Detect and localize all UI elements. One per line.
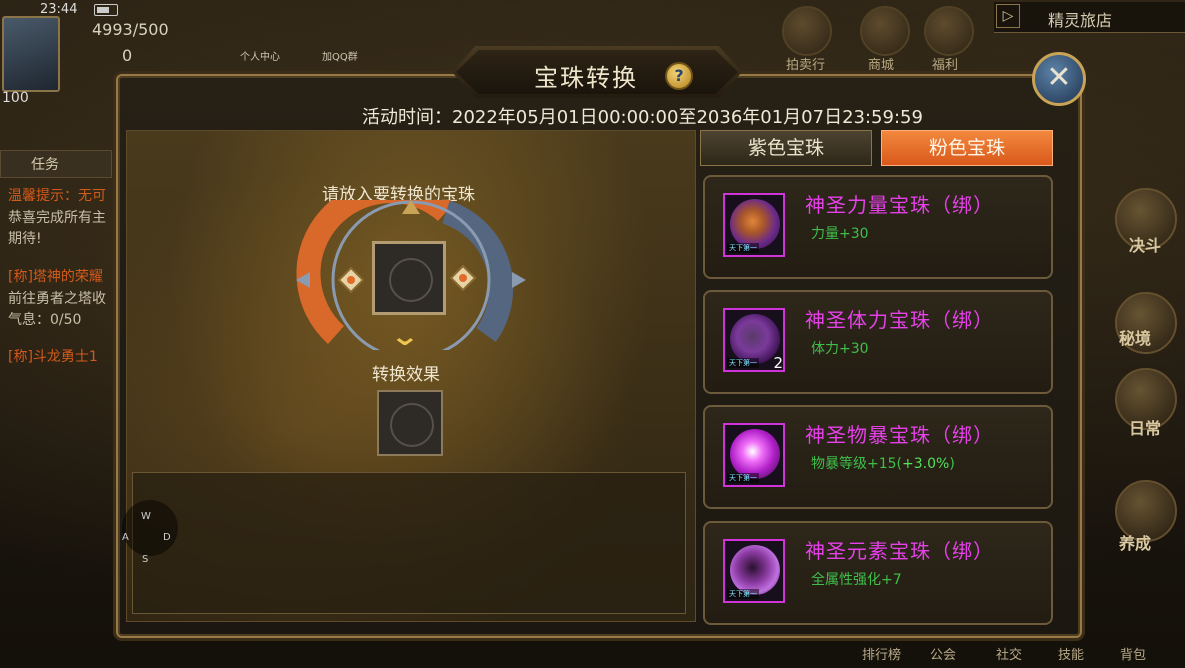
quest-line[interactable]: [称]斗龙勇士1 xyxy=(8,346,118,366)
quest-tab-label: 任务 xyxy=(31,157,59,173)
clock: 23:44 xyxy=(40,2,78,17)
mall-icon[interactable] xyxy=(860,6,910,56)
orb-attribute: 物暴等级+15(+3.0%) xyxy=(811,456,955,472)
player-avatar[interactable] xyxy=(2,16,60,92)
orb-badge: 天下第一 xyxy=(727,589,759,599)
auction-label: 拍卖行 xyxy=(786,58,826,73)
bottom-social[interactable]: 社交 xyxy=(996,644,1022,663)
bottom-bag[interactable]: 背包 xyxy=(1120,644,1146,663)
stamina-value: 4993/500 xyxy=(92,20,169,39)
element-orb-icon[interactable]: 天下第一 xyxy=(723,539,785,603)
orb-name: 神圣物暴宝珠（绑） xyxy=(805,423,994,447)
orb-image xyxy=(730,199,780,249)
orb-attribute: 力量+30 xyxy=(811,226,869,242)
orb-card[interactable]: 天下第一 神圣力量宝珠（绑） 力量+30 xyxy=(703,175,1053,279)
side-menu-daily[interactable]: 日常 xyxy=(1105,415,1185,439)
orb-image xyxy=(730,545,780,595)
orb-badge: 天下第一 xyxy=(727,473,759,483)
player-level: 100 xyxy=(2,90,29,106)
orb-result-slot xyxy=(377,390,443,456)
help-icon[interactable]: ? xyxy=(665,62,693,90)
welfare-label: 福利 xyxy=(932,58,959,73)
orb-attribute: 全属性强化+7 xyxy=(811,572,902,588)
coin-value: 0 xyxy=(122,46,133,65)
orb-name: 神圣体力宝珠（绑） xyxy=(805,308,994,332)
personal-center-link[interactable]: 个人中心 xyxy=(240,48,280,63)
orb-card[interactable]: 天下第一 神圣物暴宝珠（绑） 物暴等级+15(+3.0%) xyxy=(703,405,1053,509)
bottom-skills[interactable]: 技能 xyxy=(1058,644,1084,663)
side-menu-secret[interactable]: 秘境 xyxy=(1115,325,1155,349)
crit-orb-icon[interactable]: 天下第一 xyxy=(723,423,785,487)
swirl-icon xyxy=(389,258,433,302)
joystick-d: D xyxy=(163,532,171,543)
orb-card[interactable]: 天下第一 神圣元素宝珠（绑） 全属性强化+7 xyxy=(703,521,1053,625)
auction-icon[interactable] xyxy=(782,6,832,56)
orb-badge: 天下第一 xyxy=(727,358,759,368)
quest-line[interactable]: 恭喜完成所有主 xyxy=(8,207,118,227)
event-time: 活动时间：2022年05月01日00:00:00至2036年01月07日23:5… xyxy=(362,107,923,128)
quest-line[interactable]: 前往勇者之塔收 xyxy=(8,288,118,308)
quest-line[interactable]: 期待! xyxy=(8,228,118,248)
body-orb-icon[interactable]: 天下第一 2 xyxy=(723,308,785,372)
orb-name: 神圣力量宝珠（绑） xyxy=(805,193,994,217)
bottom-ranking[interactable]: 排行榜 xyxy=(862,644,901,663)
tab-pink-orbs[interactable]: 粉色宝珠 xyxy=(881,130,1053,166)
side-menu-duel[interactable]: 决斗 xyxy=(1105,232,1185,256)
mall-label: 商城 xyxy=(868,58,895,73)
joystick-s: S xyxy=(142,554,149,565)
side-menu-develop[interactable]: 养成 xyxy=(1115,530,1155,554)
orb-count: 2 xyxy=(773,354,783,372)
orb-card[interactable]: 天下第一 2 神圣体力宝珠（绑） 体力+30 xyxy=(703,290,1053,394)
welfare-icon[interactable] xyxy=(924,6,974,56)
virtual-joystick[interactable] xyxy=(122,500,178,556)
orb-input-slot[interactable] xyxy=(372,241,446,315)
quest-tab[interactable]: 任务 xyxy=(0,150,112,178)
swirl-icon xyxy=(390,403,434,447)
effect-label: 转换效果 xyxy=(372,365,440,385)
tab-purple-orbs[interactable]: 紫色宝珠 xyxy=(700,130,872,166)
dialog-title: 宝珠转换 xyxy=(534,64,638,92)
close-button[interactable]: ✕ xyxy=(1032,52,1086,106)
qq-group-link[interactable]: 加QQ群 xyxy=(322,48,358,63)
fist-orb-icon[interactable]: 天下第一 xyxy=(723,193,785,257)
quest-line[interactable]: 气息：0/50 xyxy=(8,309,118,329)
expand-arrow-icon[interactable]: ▷ xyxy=(996,4,1020,28)
joystick-a: A xyxy=(122,532,129,543)
inn-label: 精灵旅店 xyxy=(1048,11,1113,30)
orb-badge: 天下第一 xyxy=(727,243,759,253)
battery-icon xyxy=(94,4,118,16)
quest-line[interactable]: 温馨提示：无可 xyxy=(8,185,118,205)
effect-description-box xyxy=(132,472,686,614)
orb-attribute-bonus: +3.0% xyxy=(902,456,950,472)
orb-name: 神圣元素宝珠（绑） xyxy=(805,539,994,563)
joystick-w: W xyxy=(141,511,151,522)
quest-line[interactable]: [称]塔神的荣耀 xyxy=(8,266,118,286)
chevron-down-icon: ⌄ xyxy=(389,322,421,352)
orb-attribute: 体力+30 xyxy=(811,341,869,357)
bottom-guild[interactable]: 公会 xyxy=(930,644,956,663)
orb-image xyxy=(730,429,780,479)
